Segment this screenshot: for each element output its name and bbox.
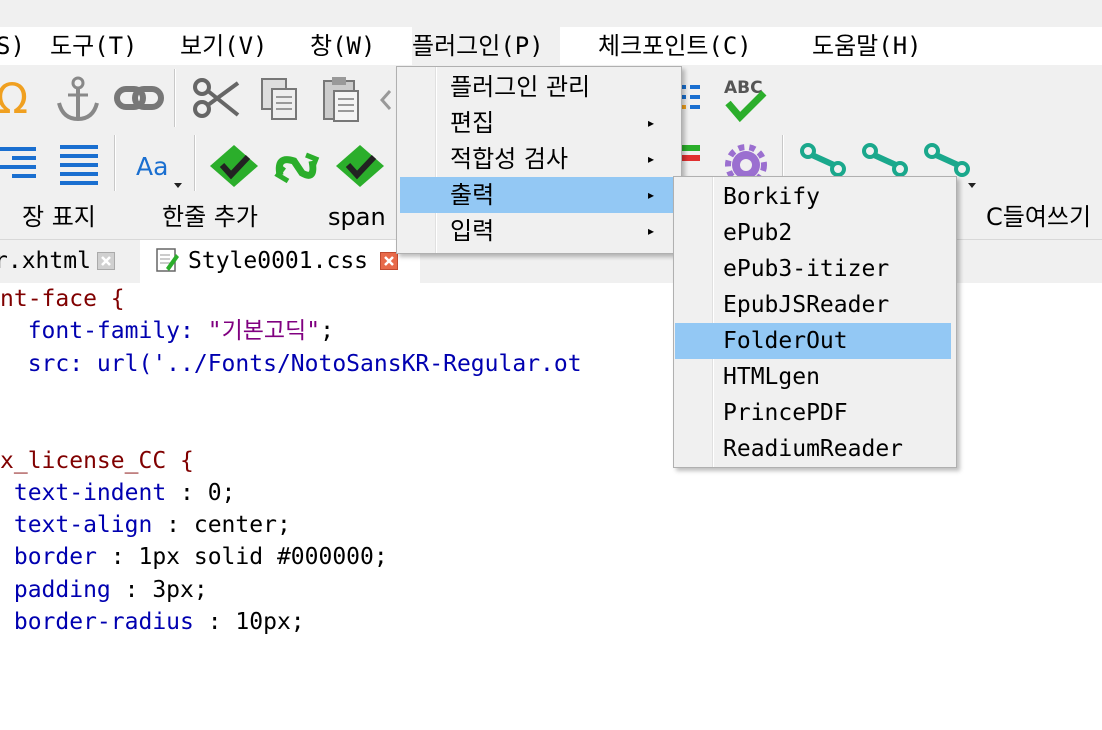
paste-icon[interactable] [320,75,364,125]
tab-label: r.xhtml [0,248,91,274]
code-token: "기본고딕" [207,318,321,345]
toolbar-separator [174,69,176,127]
code-token: ; [320,318,334,345]
code-line: x_license_CC { [0,445,194,477]
code-line: nt-face { [0,283,125,315]
close-icon[interactable] [380,252,398,270]
menu-item-label: PrincePDF [723,400,848,426]
menu-item-label: 적합성 검사 [450,145,569,173]
code-line: src: url('../Fonts/NotoSansKR-Regular.ot [0,348,582,380]
code-line: border : 1px solid #000000; [0,541,388,573]
code-token: : 1px solid #000000; [110,544,388,571]
code-token: nt-face { [0,286,125,312]
output-submenu-item[interactable]: EpubJSReader [675,287,951,323]
menu-item-label: FolderOut [723,328,848,354]
submenu-arrow-icon: ▸ [648,224,655,238]
code-line: padding : 3px; [0,574,208,606]
link-icon[interactable] [113,81,165,117]
output-submenu-item[interactable]: Borkify [675,179,951,215]
chevron-left-icon[interactable] [378,85,394,115]
submenu-arrow-icon: ▸ [648,188,655,202]
omega-icon[interactable]: Ω [0,73,40,123]
output-submenu-item[interactable]: ePub3-itizer [675,251,951,287]
cut-icon[interactable] [192,77,240,121]
code-token: : 10px; [207,609,305,635]
menu-item-label: 편집 [450,109,495,137]
code-token: : 3px; [124,576,208,603]
list-icon[interactable] [680,81,700,117]
output-submenu-item[interactable]: ePub2 [675,215,951,251]
code-line: font-family: "기본고딕"; [0,315,334,347]
text-style-icon[interactable]: Aa [134,145,186,189]
code-token: : 0; [180,479,236,506]
menu-item-label: Borkify [723,184,820,210]
code-token: text-indent [0,479,181,506]
plugin-menu-item[interactable]: 편집 ▸ [400,105,676,141]
justify-icon[interactable] [60,143,100,185]
menu-item[interactable]: 보기(V) [180,27,268,65]
text-style-label: Aa [136,152,168,181]
menu-item[interactable]: 체크포인트(C) [598,27,752,65]
code-line: border-radius : 10px; [0,606,305,638]
menu-item-label: 입력 [450,217,495,245]
close-icon[interactable] [97,252,115,270]
output-submenu-item[interactable]: FolderOut [675,323,951,359]
code-token: : center; [166,512,291,539]
align-right-icon[interactable] [0,143,38,185]
menu-item-label: EpubJSReader [723,292,890,318]
code-token: x_license_CC { [0,447,194,474]
code-token: text-align [0,512,167,539]
spellcheck-icon[interactable]: ABC [720,73,770,125]
plugin-menu: 플러그인 관리편집 ▸ 적합성 검사 ▸ 출력 ▸ 입력 ▸ [396,66,682,254]
toolbar-separator [114,135,116,191]
link-check-icon[interactable] [272,145,324,189]
submenu-arrow-icon: ▸ [648,152,655,166]
output-submenu: Borkify ePub2 ePub3-itizer EpubJSReader Fold… [673,176,957,468]
validate-icon[interactable] [334,143,386,189]
code-token: border-radius [0,609,208,635]
copy-icon[interactable] [258,75,302,125]
menu-item[interactable]: 도움말(H) [812,27,922,65]
clip-item[interactable]: 장 표지 [22,195,96,239]
menu-item-label: ePub3-itizer [723,256,890,282]
tab-xhtml[interactable]: r.xhtml [0,240,136,283]
code-line: text-align : center; [0,509,291,541]
plugin-menu-item[interactable]: 입력 ▸ [400,213,676,249]
clip-item[interactable]: C들여쓰기 [986,195,1091,239]
submenu-arrow-icon: ▸ [648,116,655,130]
menu-item[interactable]: 창(W) [310,27,375,65]
menu-item-label: 플러그인 관리 [450,73,591,101]
menu-item-label: HTMLgen [723,364,820,390]
menu-item[interactable]: 도구(T) [50,27,138,65]
code-line: text-indent : 0; [0,477,236,509]
anchor-icon[interactable] [55,75,101,123]
output-submenu-item[interactable]: PrincePDF [675,395,951,431]
menu-item-label: 출력 [450,181,495,209]
menubar-items: S) 도구(T) 보기(V) 창(W) 플러그인(P) 체크포인트(C) 도움말(H) [0,27,1102,65]
menu-item[interactable]: S) [0,27,25,65]
clip-item[interactable]: 한줄 추가 [162,195,258,239]
clip-item[interactable]: span [328,195,386,239]
tab-label: Style0001.css [188,248,369,274]
menu-item-label: ReadiumReader [723,436,904,462]
plugin-menu-item[interactable]: 출력 ▸ [400,177,676,213]
spellcheck-text: ABC [724,78,763,98]
css-file-icon [156,248,180,274]
plugin-menu-item[interactable]: 플러그인 관리 [400,69,676,105]
plugin-menu-item[interactable]: 적합성 검사 ▸ [400,141,676,177]
code-token: padding [0,576,125,603]
check-wellformed-icon[interactable] [208,143,260,189]
tab-style0001-css[interactable]: Style0001.css [140,240,420,283]
window-top-strip [0,0,1102,27]
svg-text:Ω: Ω [0,74,28,123]
output-submenu-item[interactable]: ReadiumReader [675,431,951,467]
menu-item-label: ePub2 [723,220,793,246]
menu-item[interactable]: 플러그인(P) [412,27,560,65]
output-submenu-item[interactable]: HTMLgen [675,359,951,395]
indent-icon[interactable] [682,145,700,177]
code-token: font-family: [0,318,208,345]
toolbar-separator [194,135,196,191]
code-token: src: url('../Fonts/NotoSansKR-Regular.ot [0,350,582,377]
code-token: border [0,544,111,571]
